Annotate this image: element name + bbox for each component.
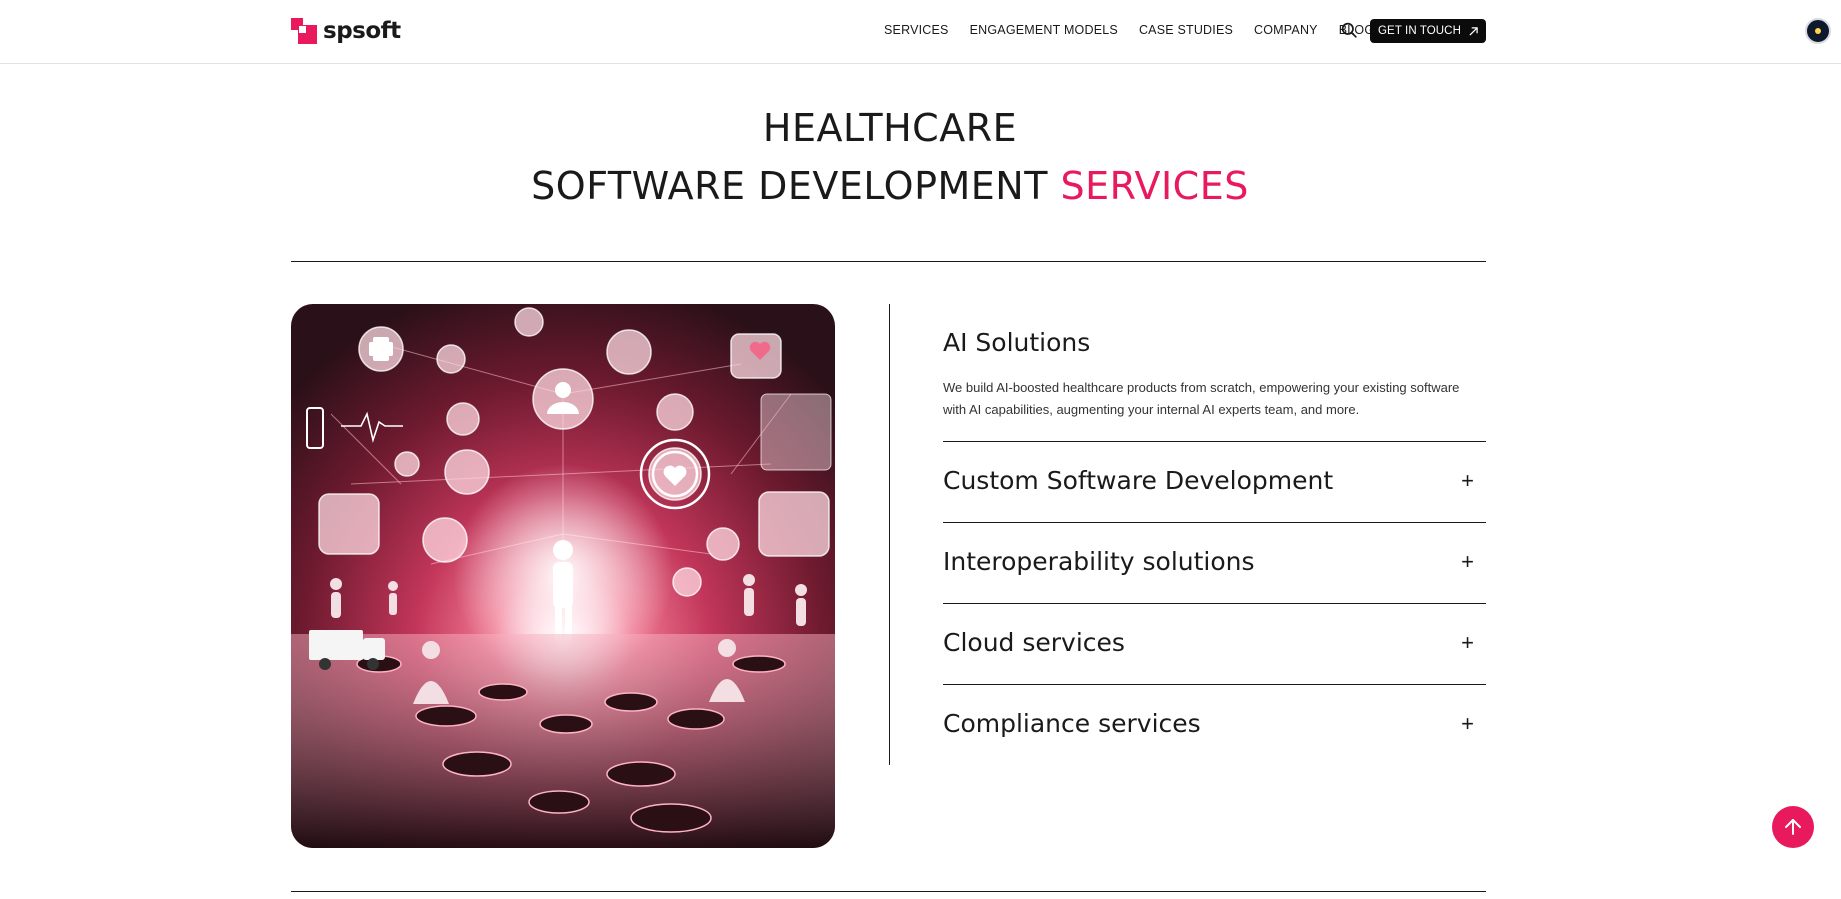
accordion-item-compliance[interactable]: Compliance services + (943, 684, 1486, 765)
accordion-item-label: Custom Software Development (943, 466, 1334, 495)
vertical-divider (889, 304, 890, 765)
page-title-line2: SOFTWARE DEVELOPMENT SERVICES (0, 164, 1780, 208)
get-in-touch-label: GET IN TOUCH (1378, 25, 1461, 37)
get-in-touch-button[interactable]: GET IN TOUCH (1370, 19, 1486, 43)
accordion-open-title[interactable]: AI Solutions (943, 328, 1090, 357)
logo-text: spsoft (323, 18, 401, 44)
logo-icon (291, 18, 317, 44)
arrow-up-icon (1785, 819, 1801, 835)
accordion-item-custom-software[interactable]: Custom Software Development + (943, 441, 1486, 522)
plus-icon[interactable]: + (1461, 468, 1474, 494)
accordion-item-label: Compliance services (943, 709, 1201, 738)
accessibility-icon[interactable] (1805, 18, 1831, 44)
search-icon[interactable] (1341, 22, 1357, 38)
page-title-main: SOFTWARE DEVELOPMENT (531, 164, 1048, 208)
accordion-open-description: We build AI-boosted healthcare products … (943, 380, 1460, 417)
nav-item-company[interactable]: COMPANY (1254, 23, 1318, 37)
site-header: spsoft SERVICES ENGAGEMENT MODELS CASE S… (0, 0, 1841, 64)
plus-icon[interactable]: + (1461, 711, 1474, 737)
bottom-divider (291, 891, 1486, 892)
scroll-to-top-button[interactable] (1772, 806, 1814, 848)
plus-icon[interactable]: + (1461, 630, 1474, 656)
arrow-up-right-icon (1469, 26, 1478, 36)
nav-item-case-studies[interactable]: CASE STUDIES (1139, 23, 1233, 37)
divider (291, 261, 1486, 262)
accordion-item-label: Interoperability solutions (943, 547, 1255, 576)
main-nav: SERVICES ENGAGEMENT MODELS CASE STUDIES … (884, 23, 1395, 37)
accordion-item-label: Cloud services (943, 628, 1125, 657)
logo[interactable]: spsoft (291, 17, 401, 45)
accordion-item-interoperability[interactable]: Interoperability solutions + (943, 522, 1486, 603)
page-title-accent: SERVICES (1060, 164, 1249, 208)
healthcare-illustration (291, 304, 835, 848)
nav-item-services[interactable]: SERVICES (884, 23, 949, 37)
accordion-item-cloud[interactable]: Cloud services + (943, 603, 1486, 684)
nav-item-engagement-models[interactable]: ENGAGEMENT MODELS (970, 23, 1118, 37)
page-title-line1: HEALTHCARE (762, 106, 1018, 150)
plus-icon[interactable]: + (1461, 549, 1474, 575)
